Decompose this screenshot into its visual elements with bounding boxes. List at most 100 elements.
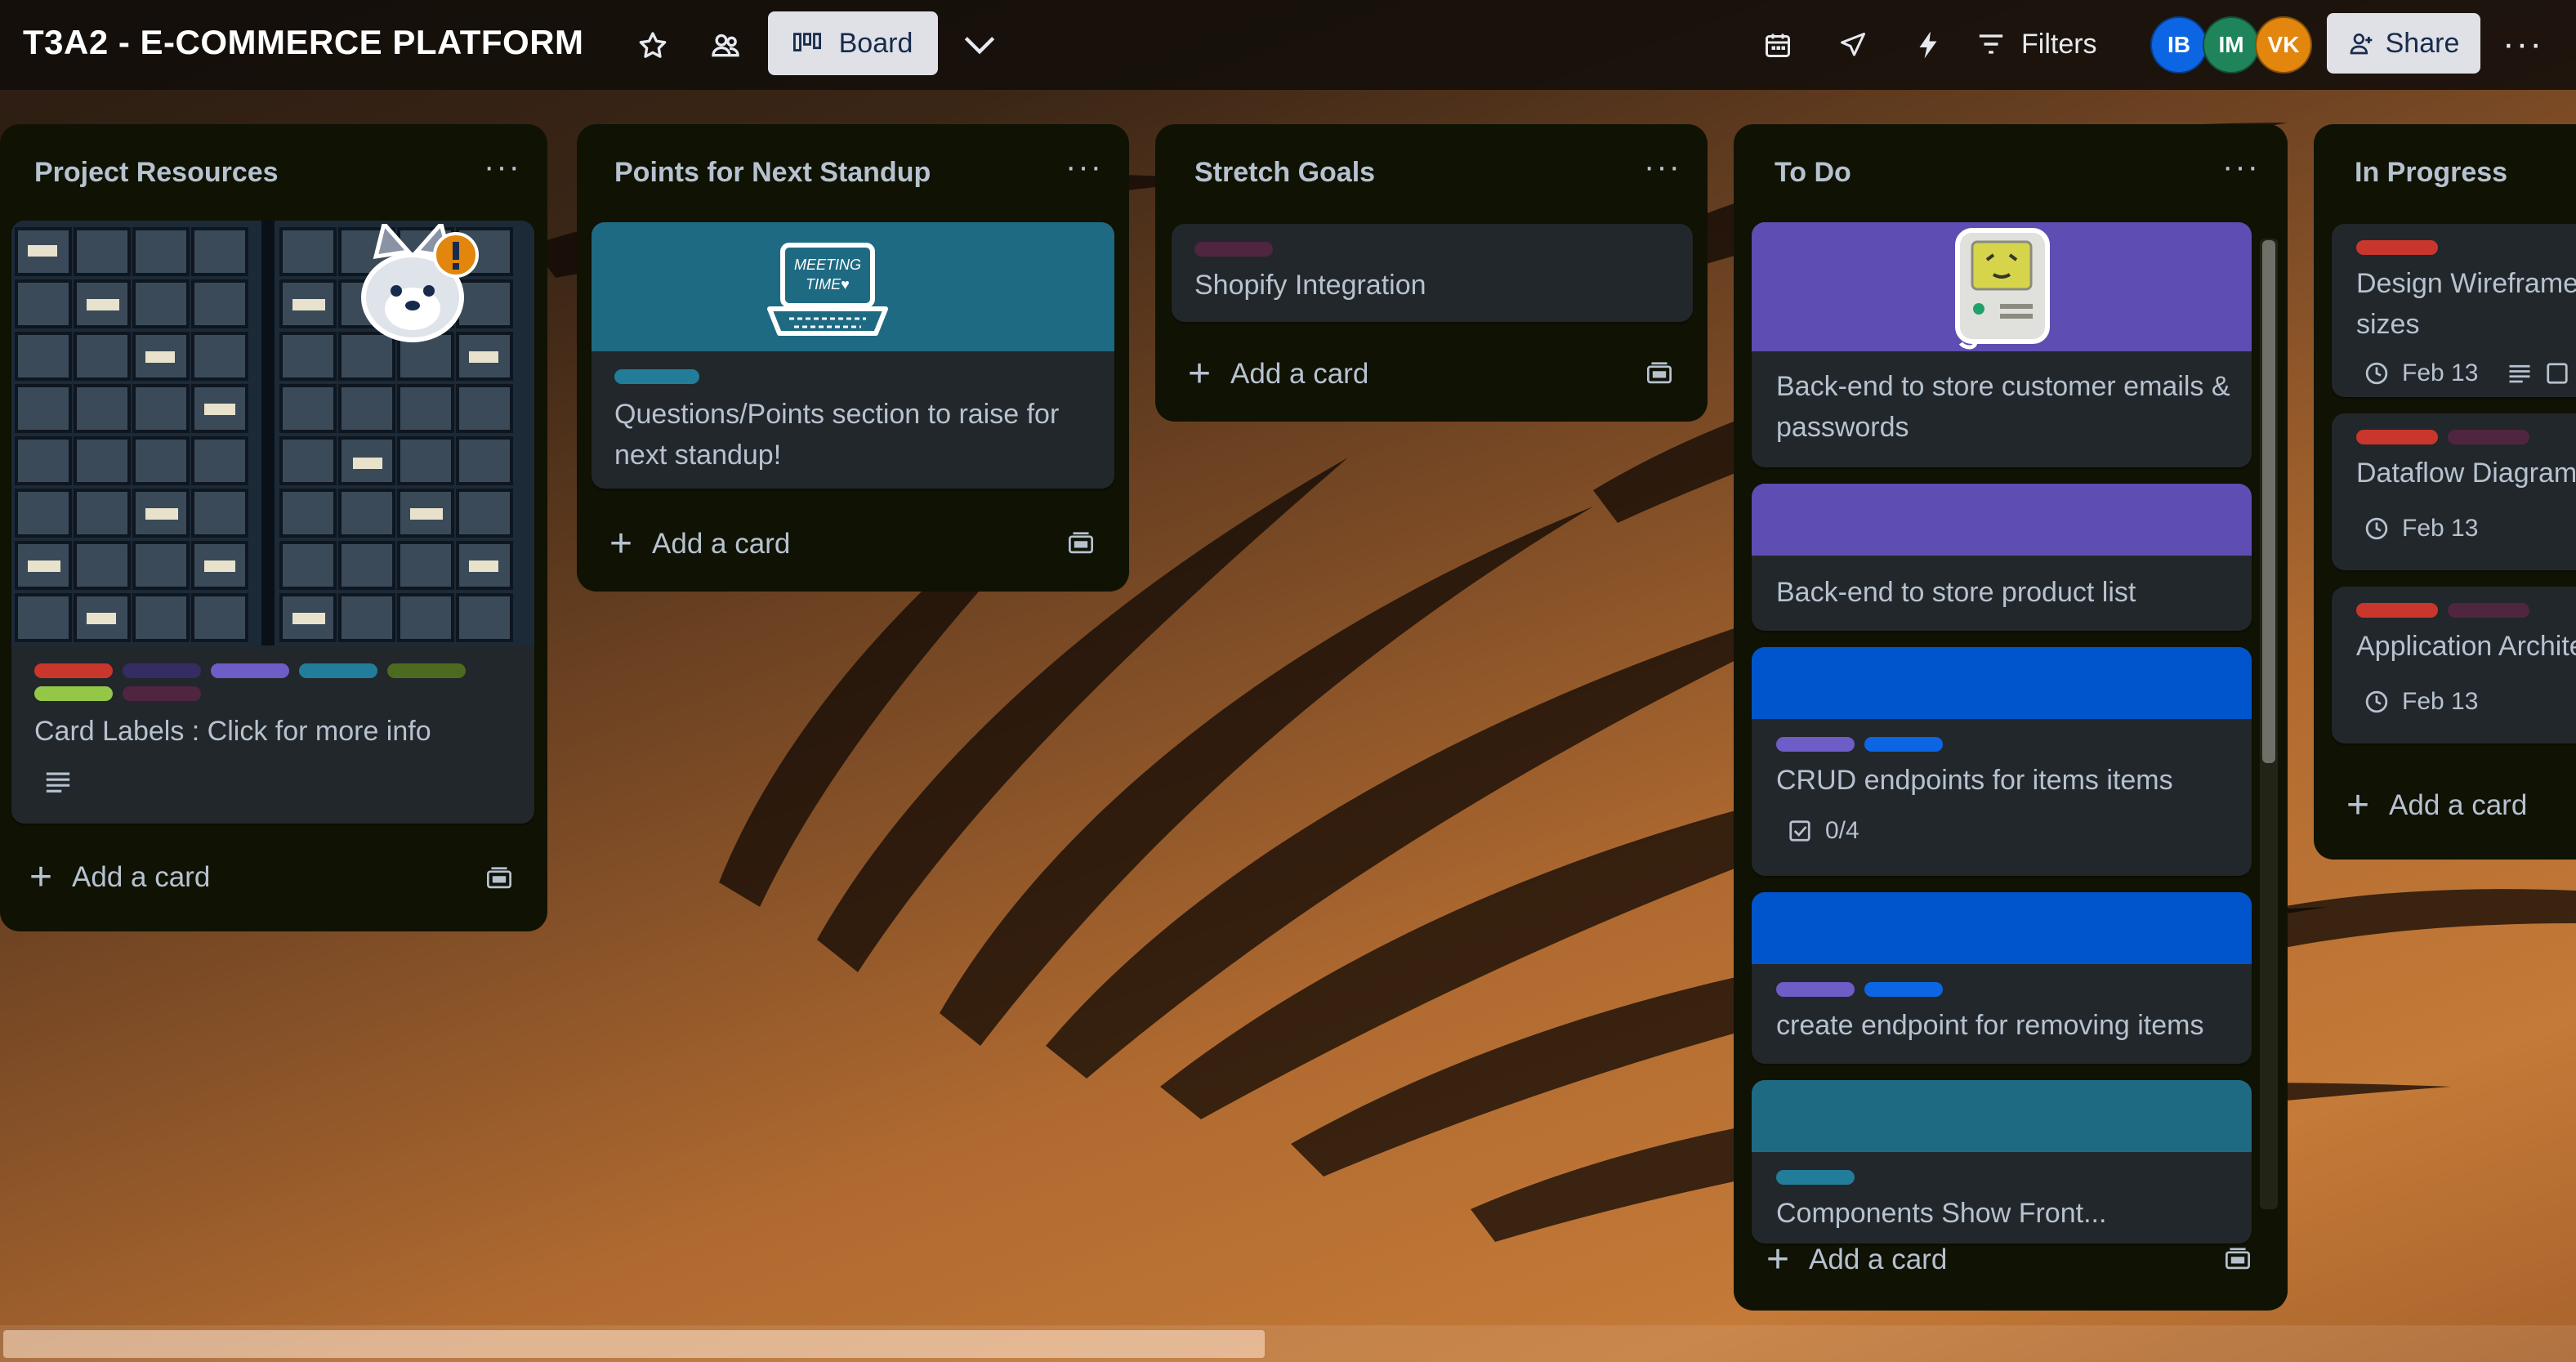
clock-icon: [2365, 362, 2388, 385]
power-ups-rocket-icon[interactable]: [1833, 26, 1873, 64]
due-date-badge: Feb 13: [2364, 359, 2569, 387]
label-purple: [211, 663, 289, 678]
list-points-for-next-standup: Points for Next Standup ··· MEETING TIME…: [577, 124, 1129, 592]
card-back-end-product-list[interactable]: Back-end to store product list: [1752, 484, 2252, 631]
clock-icon: [2365, 690, 2388, 713]
list-in-progress: In Progress Design Wireframe screen size…: [2314, 124, 2576, 860]
description-icon: [46, 772, 70, 793]
list-title[interactable]: In Progress: [2355, 157, 2507, 189]
plus-icon: +: [2346, 784, 2370, 827]
add-card-button[interactable]: + Add a card: [609, 522, 790, 565]
calendar-icon[interactable]: [1758, 26, 1797, 64]
label-magenta: [2448, 603, 2529, 618]
card-questions-points[interactable]: MEETING TIME♥ Questions/Points section t…: [592, 222, 1114, 489]
list-scrollbar-thumb[interactable]: [2262, 240, 2275, 763]
member-avatar-vk[interactable]: VK: [2255, 16, 2312, 74]
label-lime: [34, 686, 113, 701]
filter-icon: [1979, 34, 2003, 54]
list-menu-icon[interactable]: ···: [1644, 149, 1681, 185]
card-title: Back-end to store product list: [1776, 577, 2136, 608]
label-teal: [299, 663, 377, 678]
list-stretch-goals: Stretch Goals ··· Shopify Integration + …: [1155, 124, 1708, 422]
label-teal: [1776, 1170, 1855, 1185]
automation-lightning-icon[interactable]: [1909, 26, 1948, 64]
board-view-button[interactable]: Board: [768, 11, 938, 75]
plus-icon: +: [29, 855, 53, 899]
card-shopify-integration[interactable]: Shopify Integration: [1172, 224, 1693, 322]
label-red: [34, 663, 113, 678]
list-title[interactable]: Stretch Goals: [1194, 157, 1375, 189]
card-design-wireframe[interactable]: Design Wireframe screen sizes Feb 13: [2332, 224, 2576, 397]
label-blue: [1864, 982, 1943, 997]
checklist-icon: [1789, 820, 1810, 842]
more-options-icon[interactable]: ···: [2500, 24, 2546, 64]
description-icon: [2509, 364, 2530, 383]
label-red: [2356, 430, 2438, 444]
plus-icon: +: [1188, 352, 1212, 395]
card-create-endpoint-removing-items[interactable]: create endpoint for removing items: [1752, 892, 2252, 1064]
list-title[interactable]: Project Resources: [34, 157, 279, 189]
board-horizontal-scrollbar-thumb[interactable]: [3, 1330, 1265, 1358]
label-magenta: [123, 686, 201, 701]
label-magenta: [1194, 242, 1273, 257]
board-columns-icon: [792, 33, 821, 51]
svg-text:TIME♥: TIME♥: [806, 276, 850, 292]
create-from-template-icon[interactable]: [1067, 531, 1095, 556]
share-label: Share: [2385, 27, 2460, 59]
card-title: Design Wireframe screen sizes: [2356, 268, 2576, 340]
workspace-visibility-icon[interactable]: [706, 26, 745, 65]
label-teal: [614, 369, 699, 384]
member-avatar-im[interactable]: IM: [2203, 16, 2260, 74]
create-from-template-icon[interactable]: [485, 866, 513, 891]
due-date-badge: Feb 13: [2364, 688, 2478, 716]
label-purple: [1776, 982, 1855, 997]
add-card-button[interactable]: + Add a card: [1188, 352, 1368, 395]
share-button[interactable]: Share: [2327, 13, 2480, 74]
robot-computer-sticker: [1955, 228, 2050, 350]
list-title[interactable]: Points for Next Standup: [614, 157, 931, 189]
label-green: [387, 663, 466, 678]
label-magenta: [2448, 430, 2529, 444]
filters-label: Filters: [2021, 28, 2097, 60]
board-title[interactable]: T3A2 - E-COMMERCE PLATFORM: [23, 23, 584, 62]
card-title: Questions/Points section to raise for ne…: [614, 399, 1060, 471]
meeting-time-laptop-sticker: MEETING TIME♥: [767, 243, 888, 336]
list-title[interactable]: To Do: [1775, 157, 1851, 189]
list-menu-icon[interactable]: ···: [1065, 149, 1103, 185]
list-menu-icon[interactable]: ···: [484, 149, 521, 185]
card-cover: [1752, 647, 2252, 719]
label-blue: [1864, 737, 1943, 752]
card-list-scroll-area: Back-end to store customer emails & pass…: [1734, 222, 2288, 1335]
label-dark-purple: [123, 663, 201, 678]
label-red: [2356, 603, 2438, 618]
card-title: Dataflow Diagram: [2356, 458, 2576, 489]
plus-icon: +: [1766, 1238, 1790, 1281]
plus-icon: +: [609, 522, 633, 565]
card-application-architecture[interactable]: Application Architecture Feb 13: [2332, 587, 2576, 744]
svg-text:MEETING: MEETING: [794, 257, 861, 273]
add-card-button[interactable]: + Add a card: [2346, 784, 2527, 827]
member-avatar-ib[interactable]: IB: [2150, 16, 2208, 74]
card-components-show-front[interactable]: Components Show Front...: [1752, 1080, 2252, 1244]
card-back-end-customer-emails[interactable]: Back-end to store customer emails & pass…: [1752, 222, 2252, 467]
star-icon[interactable]: [633, 26, 672, 65]
list-menu-icon[interactable]: ···: [2222, 149, 2260, 185]
chevron-down-icon[interactable]: [958, 25, 1002, 65]
create-from-template-icon[interactable]: [2224, 1247, 2252, 1271]
card-title: Components Show Front...: [1776, 1198, 2107, 1229]
card-title: CRUD endpoints for items items: [1776, 765, 2173, 796]
card-title: Application Architecture: [2356, 631, 2576, 662]
list-to-do: To Do ··· Back-end to store customer ema…: [1734, 124, 2288, 1311]
add-card-button[interactable]: + Add a card: [1766, 1238, 1947, 1281]
checklist-badge: 0/4: [1788, 817, 1859, 845]
card-title: create endpoint for removing items: [1776, 1010, 2204, 1041]
filters-button[interactable]: Filters: [1977, 18, 2097, 70]
label-red: [2356, 240, 2438, 255]
card-title: Card Labels : Click for more info: [34, 716, 431, 747]
card-dataflow-diagram[interactable]: Dataflow Diagram Feb 13: [2332, 413, 2576, 570]
card-title: Shopify Integration: [1194, 270, 1426, 301]
create-from-template-icon[interactable]: [1645, 361, 1673, 386]
add-card-button[interactable]: + Add a card: [29, 855, 210, 899]
card-card-labels[interactable]: Card Labels : Click for more info: [11, 221, 534, 824]
card-crud-endpoints[interactable]: CRUD endpoints for items items 0/4: [1752, 647, 2252, 876]
